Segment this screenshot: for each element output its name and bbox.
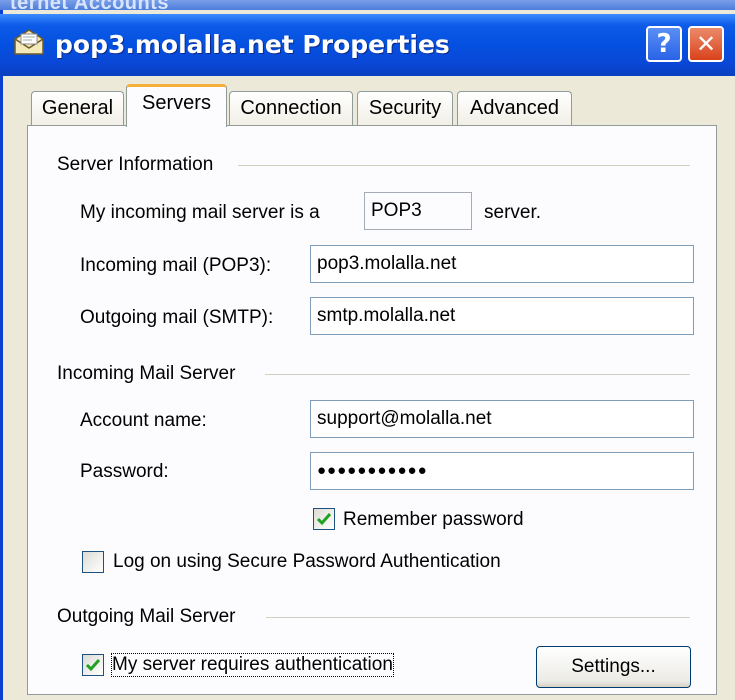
- tab-label: Servers: [142, 91, 211, 114]
- spa-checkbox[interactable]: [82, 551, 104, 573]
- checkmark-icon: [316, 513, 332, 526]
- password-label: Password:: [80, 461, 169, 482]
- settings-button-label: Settings...: [571, 656, 656, 677]
- account-name-input[interactable]: support@molalla.net: [310, 400, 694, 438]
- incoming-mail-server-heading: Incoming Mail Server: [57, 363, 236, 384]
- help-button[interactable]: ?: [646, 26, 682, 62]
- close-icon: ✕: [695, 30, 717, 58]
- incoming-mail-input[interactable]: pop3.molalla.net: [310, 245, 694, 283]
- password-value: ●●●●●●●●●●●: [317, 462, 428, 479]
- tab-connection[interactable]: Connection: [229, 91, 353, 125]
- server-type-display: POP3: [364, 192, 472, 230]
- tab-security[interactable]: Security: [357, 91, 453, 125]
- account-name-label: Account name:: [80, 410, 207, 431]
- incoming-mail-value: pop3.molalla.net: [317, 253, 457, 274]
- server-requires-auth-checkbox[interactable]: [82, 654, 104, 676]
- tab-label: Advanced: [470, 97, 559, 119]
- server-information-heading: Server Information: [57, 154, 214, 175]
- server-type-suffix: server.: [484, 202, 542, 223]
- remember-password-label: Remember password: [343, 509, 524, 530]
- tab-label: General: [41, 97, 114, 119]
- help-icon: ?: [656, 29, 672, 59]
- password-input[interactable]: ●●●●●●●●●●●: [310, 452, 694, 490]
- outgoing-mail-input[interactable]: smtp.molalla.net: [310, 297, 694, 335]
- outgoing-mail-label: Outgoing mail (SMTP):: [80, 307, 274, 328]
- outgoing-mail-value: smtp.molalla.net: [317, 305, 456, 326]
- remember-password-checkbox[interactable]: [313, 508, 335, 530]
- tab-general[interactable]: General: [31, 91, 124, 125]
- tab-label: Connection: [240, 97, 342, 119]
- incoming-mail-label: Incoming mail (POP3):: [80, 255, 272, 276]
- checkmark-icon: [85, 659, 101, 672]
- tab-servers[interactable]: Servers: [126, 84, 227, 127]
- spa-label: Log on using Secure Password Authenticat…: [113, 551, 501, 572]
- group-divider: [266, 617, 690, 618]
- tab-label: Security: [368, 97, 442, 119]
- incoming-server-type-label: My incoming mail server is a: [80, 202, 320, 223]
- close-button[interactable]: ✕: [688, 26, 724, 62]
- mail-account-icon: [14, 29, 44, 55]
- group-divider: [265, 374, 690, 375]
- group-divider: [238, 165, 690, 166]
- outgoing-mail-server-heading: Outgoing Mail Server: [57, 606, 236, 627]
- server-requires-auth-label: My server requires authentication: [111, 653, 394, 677]
- account-name-value: support@molalla.net: [317, 408, 492, 429]
- tab-advanced[interactable]: Advanced: [457, 91, 572, 125]
- server-type-value: POP3: [371, 200, 422, 221]
- dialog-title: pop3.molalla.net Properties: [55, 30, 450, 59]
